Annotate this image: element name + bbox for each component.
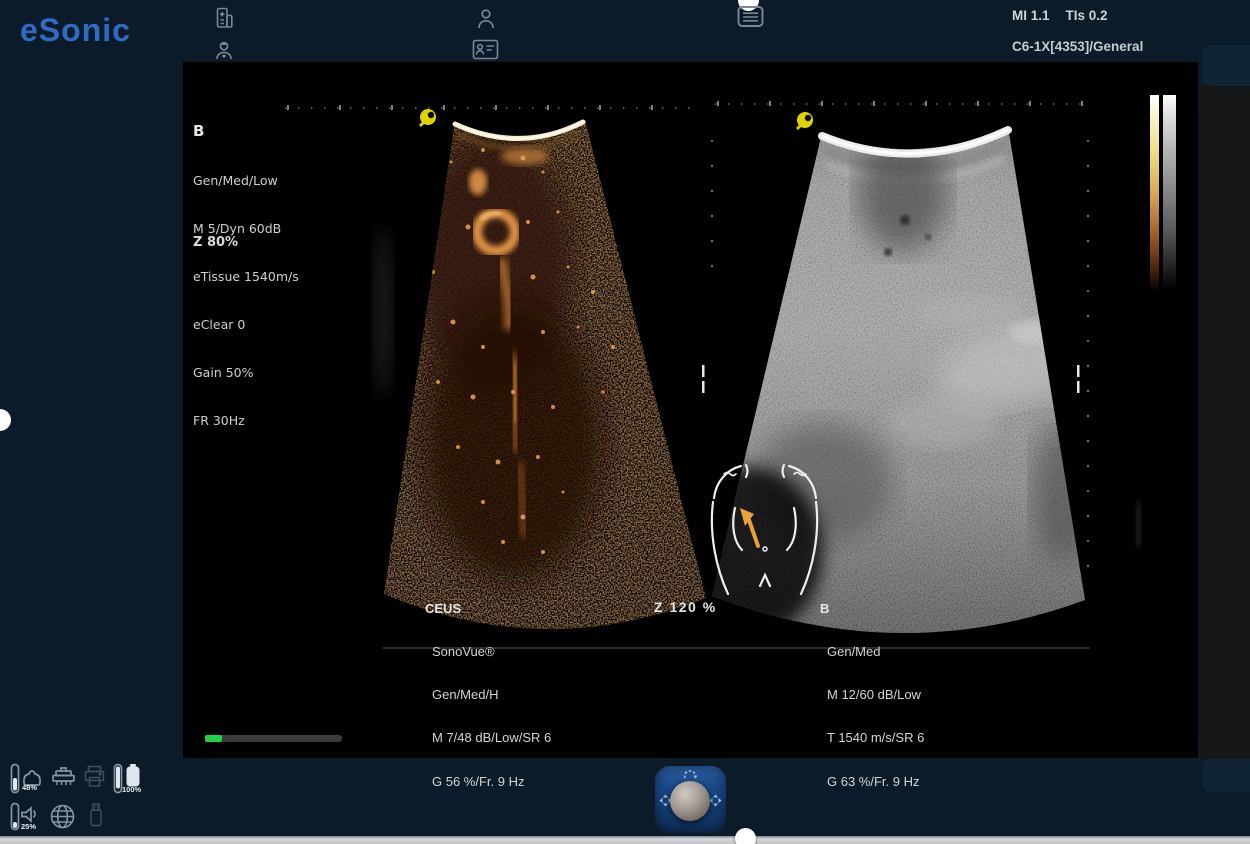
bmode-line: Gen/Med: [820, 645, 924, 659]
probe-preset-readout: C6-1X[4353]/General: [1012, 39, 1143, 54]
param-line: eClear 0: [193, 317, 299, 333]
esonic-logo: eSonic: [20, 12, 131, 49]
ultrasound-console-screen: eSonic: [0, 0, 1250, 844]
clean-brush-icon[interactable]: [50, 764, 77, 791]
trackball-ball[interactable]: [670, 781, 710, 821]
right-side-strip: [1199, 85, 1250, 758]
rotate-icon: [682, 769, 698, 780]
ultrasound-display-area: B Gen/Med/Low M 5/Dyn 60dB eTissue 1540m…: [183, 62, 1198, 758]
mode-label: B: [193, 121, 299, 141]
tis-value: TIs 0.2: [1066, 8, 1108, 23]
left-edge-handle-dot[interactable]: [0, 409, 11, 431]
param-line: eTissue 1540m/s: [193, 269, 299, 285]
trackball-control[interactable]: [655, 766, 726, 833]
bmode-info-overlay: B Gen/Med M 12/60 dB/Low T 1540 m/s/SR 6…: [820, 573, 924, 818]
bmode-params-overlay: B Gen/Med/Low M 5/Dyn 60dB eTissue 1540m…: [193, 89, 299, 461]
keyboard-icon[interactable]: [737, 5, 764, 28]
usb-icon[interactable]: [87, 802, 105, 828]
battery-percent: 100%: [122, 785, 141, 794]
bottom-right-panel[interactable]: [1202, 759, 1250, 792]
patient-id-icon[interactable]: [472, 39, 499, 60]
pan-right-icon: [709, 794, 722, 807]
cine-progress-fill: [205, 735, 222, 742]
cine-progress-bar[interactable]: [205, 735, 342, 742]
ceus-line: G 56 %/Fr. 9 Hz: [425, 775, 551, 789]
probe-orientation-marker-left: [420, 109, 436, 126]
bottom-scrollbar-track[interactable]: [0, 836, 1250, 844]
volume-percent: 25%: [21, 822, 36, 831]
ceus-title: CEUS: [425, 602, 551, 616]
top-right-panel[interactable]: [1202, 45, 1250, 86]
ceus-colorbar: [1150, 95, 1159, 291]
bmode-line: G 63 %/Fr. 9 Hz: [820, 775, 924, 789]
probe-orientation-marker-right: [797, 112, 813, 129]
ceus-params-overlay: CEUS SonoVue® Gen/Med/H M 7/48 dB/Low/SR…: [425, 573, 551, 818]
param-line: Gen/Med/Low: [193, 173, 299, 189]
gel-warmer-percent: 48%: [22, 783, 37, 792]
bmode-title: B: [820, 602, 924, 616]
param-line: Gain 50%: [193, 365, 299, 381]
bmode-line: T 1540 m/s/SR 6: [820, 731, 924, 745]
ceus-line: SonoVue®: [425, 645, 551, 659]
zoom-readout-left: Z 80%: [193, 235, 238, 251]
mi-value: MI 1.1: [1012, 8, 1050, 23]
ceus-line: M 7/48 dB/Low/SR 6: [425, 731, 551, 745]
acoustic-output-readout: MI 1.1 TIs 0.2: [1012, 8, 1108, 23]
param-line: FR 30Hz: [193, 413, 299, 429]
network-globe-icon[interactable]: [49, 803, 76, 830]
ceus-line: Gen/Med/H: [425, 688, 551, 702]
printer-icon[interactable]: [84, 765, 105, 788]
bmode-line: M 12/60 dB/Low: [820, 688, 924, 702]
zoom-readout-center: Z 120 %: [654, 599, 717, 615]
patient-icon[interactable]: [476, 8, 496, 30]
gray-colorbar: [1163, 95, 1176, 291]
bottom-scrollbar-thumb[interactable]: [735, 828, 756, 844]
ultrasound-image: [183, 62, 1198, 758]
hospital-icon[interactable]: [213, 7, 235, 29]
staff-icon[interactable]: [213, 39, 235, 61]
